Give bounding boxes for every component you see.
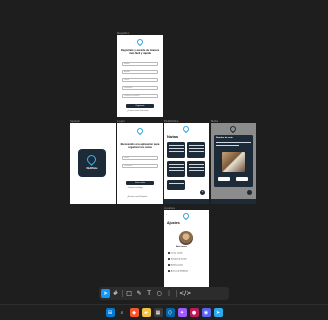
registro-confirm-field[interactable]: Confirmar contraseña	[122, 94, 158, 98]
add-note-button[interactable]	[247, 190, 252, 195]
registro-footer[interactable]: ¿Ya tienes cuenta? Inicia sesión	[127, 111, 149, 112]
figma-toolbar: ➤ # □ ✎ T ○ ⋮ </>	[99, 287, 229, 300]
bottom-navbar	[211, 199, 256, 204]
field-placeholder: Apellido	[124, 72, 130, 73]
google-login[interactable]: Continuar con Google	[128, 188, 143, 189]
registro-name-field[interactable]: Nombre	[122, 62, 158, 66]
comment-tool-icon[interactable]: ○	[155, 289, 164, 298]
option-about[interactable]: Acerca de Multinote	[168, 270, 188, 272]
frame-login[interactable]: Bienvenido a la aplicación para organiza…	[117, 123, 163, 204]
frame-notas[interactable]: Notas +	[164, 123, 209, 204]
logo-icon	[228, 124, 238, 134]
back-arrow-icon[interactable]: ‹	[166, 213, 167, 216]
notas-title: Notas	[167, 134, 179, 139]
login-footer[interactable]: ¿No tienes cuenta? Regístrate	[127, 197, 147, 198]
files-icon[interactable]: ▰	[141, 308, 151, 317]
option-font-size[interactable]: Tamaño de fuente	[168, 258, 187, 260]
note-card[interactable]	[167, 161, 185, 177]
bottom-navbar	[164, 199, 209, 204]
note-card[interactable]	[187, 161, 205, 177]
ajustes-title: Ajustes	[167, 221, 180, 225]
login-password-field[interactable]: Contraseña	[122, 164, 158, 168]
splash-logo: MultiNote	[78, 149, 106, 177]
frame-ajustes[interactable]: ‹ Ajustes Martín Lorenzo Cerrar sesión T…	[164, 210, 209, 288]
field-placeholder: Contraseña	[124, 88, 133, 89]
login-heading: Bienvenido a la aplicación para organiza…	[120, 143, 160, 149]
logo-icon	[181, 124, 191, 134]
app-name: MultiNote	[86, 167, 98, 170]
field-placeholder: Nombre	[124, 64, 130, 65]
logo-icon	[135, 37, 145, 47]
avatar	[179, 231, 193, 245]
note-action-button[interactable]	[218, 177, 230, 181]
windows-start-icon[interactable]: ⊞	[105, 308, 115, 317]
option-logout[interactable]: Cerrar sesión	[168, 252, 183, 254]
login-email-field[interactable]: Correo	[122, 156, 158, 160]
location-pin-icon	[85, 153, 98, 166]
note-action-button[interactable]	[236, 177, 248, 181]
logo-icon	[135, 126, 145, 136]
telegram-icon[interactable]: ➤	[213, 308, 223, 317]
note-card[interactable]	[167, 180, 185, 190]
frame-splash[interactable]: MultiNote	[70, 123, 116, 204]
figma-icon[interactable]: ✦	[177, 308, 187, 317]
field-placeholder: Correo	[124, 158, 129, 159]
brave-browser-icon[interactable]: ◆	[129, 308, 139, 317]
shape-tool-icon[interactable]: □	[125, 289, 134, 298]
note-title: Nombre de nota	[216, 137, 233, 139]
vs-code-icon[interactable]: ⟨⟩	[165, 308, 175, 317]
note-image	[222, 152, 245, 172]
field-placeholder: Correo	[124, 80, 129, 81]
windows-taskbar: ⊞ ⌕ ◆ ▰ ▦ ⟨⟩ ✦ ● ◉ ➤	[0, 304, 328, 320]
frame-nota[interactable]: Nombre de nota	[211, 123, 256, 204]
registro-button[interactable]: Registrarse	[126, 104, 154, 108]
search-icon[interactable]: ⌕	[118, 308, 127, 317]
field-placeholder: Contraseña	[124, 166, 133, 167]
registro-password-field[interactable]: Contraseña	[122, 86, 158, 90]
option-notifications[interactable]: Notificaciones	[168, 264, 183, 266]
pen-tool-icon[interactable]: ✎	[135, 289, 144, 298]
text-tool-icon[interactable]: T	[145, 289, 154, 298]
registro-heading: Regístrate y accede de manera más fácil …	[120, 49, 160, 55]
login-button[interactable]: Iniciar sesión	[126, 181, 154, 185]
user-name: Martín Lorenzo	[176, 247, 187, 248]
store-icon[interactable]: ▦	[153, 308, 163, 317]
app-icon[interactable]: ●	[189, 308, 199, 317]
frame-registro[interactable]: Regístrate y accede de manera más fácil …	[117, 35, 163, 117]
note-card[interactable]	[167, 142, 185, 158]
note-card[interactable]	[187, 142, 205, 158]
dev-mode-icon[interactable]: </>	[178, 289, 192, 298]
frame-tool-icon[interactable]: #	[111, 289, 120, 298]
field-placeholder: Confirmar contraseña	[124, 96, 140, 97]
add-note-button[interactable]: +	[200, 190, 205, 195]
registro-email-field[interactable]: Correo	[122, 78, 158, 82]
move-tool-icon[interactable]: ➤	[101, 289, 110, 298]
registro-lastname-field[interactable]: Apellido	[122, 70, 158, 74]
figma-canvas[interactable]: Registro Regístrate y accede de manera m…	[0, 0, 328, 304]
logo-icon	[181, 211, 191, 221]
note-modal[interactable]: Nombre de nota	[214, 135, 253, 187]
app2-icon[interactable]: ◉	[201, 308, 211, 317]
actions-tool-icon[interactable]: ⋮	[165, 289, 174, 298]
